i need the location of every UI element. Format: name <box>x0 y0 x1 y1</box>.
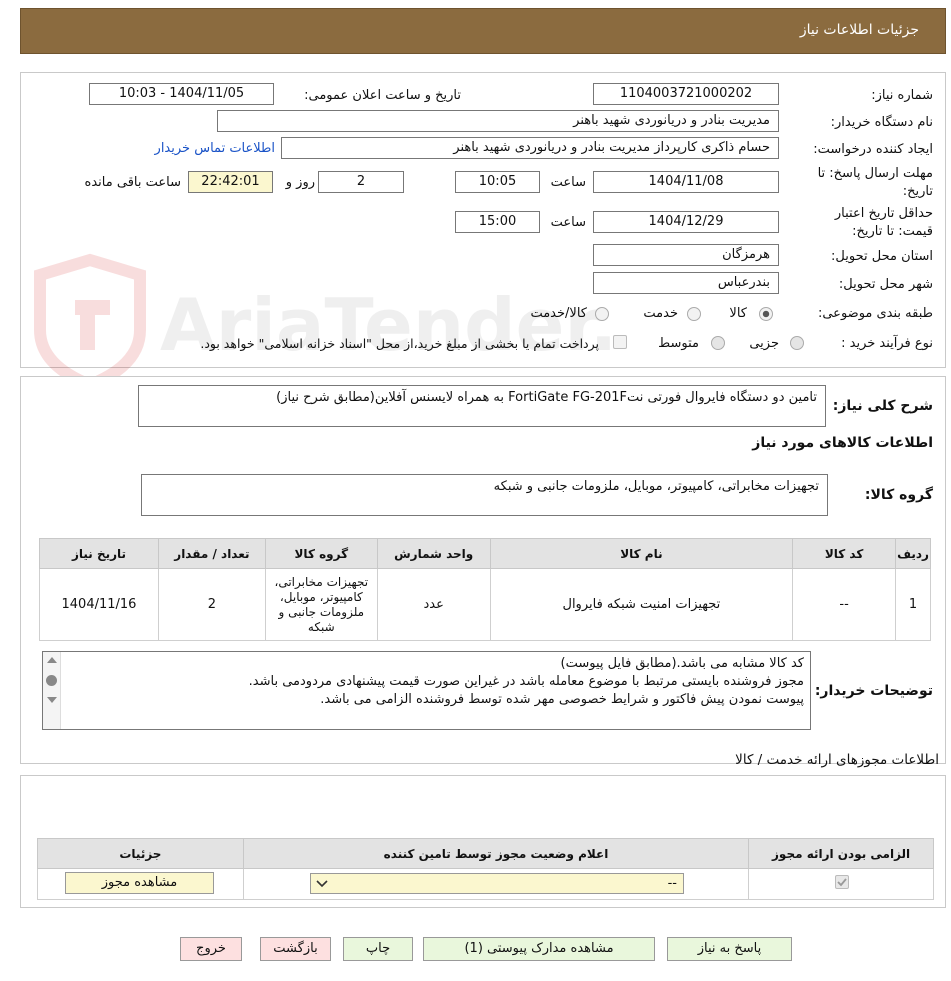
buyer-notes-label: توضیحات خریدار: <box>814 683 933 699</box>
table-row: 1 -- تجهیزات امنیت شبکه فایروال عدد تجهی… <box>39 568 931 641</box>
goods-group-label: گروه کالا: <box>864 487 933 503</box>
buyer-org-label: نام دستگاه خریدار: <box>830 115 933 130</box>
col-unit: واحد شمارش <box>376 538 491 569</box>
category-radio-goods[interactable] <box>759 307 773 321</box>
goods-table: ردیف کد کالا نام کالا واحد شمارش گروه کا… <box>39 538 931 641</box>
col-license-status: اعلام وضعیت مجوز توسط تامین کننده <box>242 838 750 869</box>
col-name: نام کالا <box>489 538 794 569</box>
remaining-label: ساعت باقی مانده <box>84 175 181 190</box>
province-label: استان محل تحویل: <box>831 249 933 264</box>
announce-label: تاریخ و ساعت اعلان عمومی: <box>304 88 461 103</box>
category-radio-goods-service[interactable] <box>595 307 609 321</box>
reply-button[interactable]: پاسخ به نیاز <box>667 937 792 961</box>
process-label: نوع فرآیند خرید : <box>841 336 933 351</box>
col-group: گروه کالا <box>264 538 378 569</box>
need-summary-textarea: تامین دو دستگاه فایروال فورتی نتFortiGat… <box>138 385 826 427</box>
col-date: تاریخ نیاز <box>39 538 159 569</box>
scroll-up-icon[interactable] <box>47 657 57 663</box>
col-license-details: جزئیات <box>37 838 244 869</box>
validity-time-label: ساعت <box>550 215 586 230</box>
need-summary-text: تامین دو دستگاه فایروال فورتی نتFortiGat… <box>276 390 817 405</box>
province-field: هرمزگان <box>593 244 779 266</box>
deadline-date-field: 1404/11/08 <box>593 171 779 193</box>
license-status-value: -- <box>667 876 677 891</box>
checkmark-icon <box>837 878 847 887</box>
creator-label: ایجاد کننده درخواست: <box>813 142 933 157</box>
deadline-time-field: 10:05 <box>455 171 540 193</box>
validity-date-field: 1404/12/29 <box>593 211 779 233</box>
page-header: جزئیات اطلاعات نیاز <box>20 8 946 54</box>
buyer-note-line: پیوست نمودن پیش فاکتور و شرایط خصوصی مهر… <box>320 692 804 707</box>
need-number-label: شماره نیاز: <box>871 88 933 103</box>
chevron-down-icon <box>316 880 328 888</box>
cell-group: تجهیزات مخابراتی، کامپیوتر، موبایل، ملزو… <box>264 568 378 641</box>
col-row: ردیف <box>895 538 931 569</box>
process-radio-medium[interactable] <box>711 336 725 350</box>
deadline-label-line2: تاریخ: <box>902 184 933 199</box>
goods-group-textarea: تجهیزات مخابراتی، کامپیوتر، موبایل، ملزو… <box>141 474 828 516</box>
col-qty: تعداد / مقدار <box>157 538 266 569</box>
view-license-button[interactable]: مشاهده مجوز <box>65 872 214 894</box>
license-status-select[interactable]: -- <box>310 873 684 894</box>
buyer-contact-link[interactable]: اطلاعات تماس خریدار <box>155 141 275 156</box>
category-option-goods-service: کالا/خدمت <box>530 306 587 321</box>
category-radio-service[interactable] <box>687 307 701 321</box>
print-button[interactable]: چاپ <box>343 937 413 961</box>
notes-scrollbar[interactable] <box>43 652 61 729</box>
cell-qty: 2 <box>157 568 266 641</box>
buyer-notes-textarea: کد کالا مشابه می باشد.(مطابق فایل پیوست)… <box>42 651 811 730</box>
exit-button[interactable]: خروج <box>180 937 242 961</box>
process-option-medium: متوسط <box>658 336 699 351</box>
treasury-payment-note: پرداخت تمام یا بخشی از مبلغ خرید،از محل … <box>200 336 599 351</box>
need-number-field: 1104003721000202 <box>593 83 779 105</box>
creator-field: حسام ذاکری کارپرداز مدیریت بنادر و دریان… <box>281 137 779 159</box>
page-title: جزئیات اطلاعات نیاز <box>799 22 919 38</box>
scroll-thumb[interactable] <box>46 675 57 686</box>
summary-label: شرح کلی نیاز: <box>832 398 933 414</box>
category-option-service: خدمت <box>643 306 678 321</box>
buyer-org-field: مدیریت بنادر و دریانوردی شهید باهنر <box>217 110 779 132</box>
days-field: 2 <box>318 171 404 193</box>
city-field: بندرعباس <box>593 272 779 294</box>
deadline-time-label: ساعت <box>550 175 586 190</box>
treasury-payment-checkbox[interactable] <box>613 335 627 349</box>
category-option-goods: کالا <box>729 306 747 321</box>
category-label: طبقه بندی موضوعی: <box>817 306 933 321</box>
announce-field: 1404/11/05 - 10:03 <box>89 83 274 105</box>
deadline-label-line1: مهلت ارسال پاسخ: تا <box>817 166 933 181</box>
process-radio-minor[interactable] <box>790 336 804 350</box>
view-attachments-button[interactable]: مشاهده مدارک پیوستی (1) <box>423 937 655 961</box>
buyer-note-line: مجوز فروشنده بایستی مرتبط با موضوع معامل… <box>248 674 804 689</box>
validity-time-field: 15:00 <box>455 211 540 233</box>
licenses-title: اطلاعات مجوزهای ارائه خدمت / کالا <box>735 752 939 768</box>
license-required-checkbox[interactable] <box>835 875 849 889</box>
cell-name: تجهیزات امنیت شبکه فایروال <box>489 568 794 641</box>
validity-label-line2: قیمت: تا تاریخ: <box>852 224 933 239</box>
process-option-minor: جزیی <box>749 336 779 351</box>
remaining-time-field: 22:42:01 <box>188 171 273 193</box>
cell-code: -- <box>792 568 897 641</box>
validity-label-line1: حداقل تاریخ اعتبار <box>834 206 933 221</box>
col-license-required: الزامی بودن ارائه مجوز <box>748 838 934 869</box>
col-code: کد کالا <box>792 538 897 569</box>
buyer-note-line: کد کالا مشابه می باشد.(مطابق فایل پیوست) <box>560 656 804 671</box>
cell-unit: عدد <box>376 568 491 641</box>
days-label: روز و <box>285 175 315 190</box>
city-label: شهر محل تحویل: <box>838 277 933 292</box>
back-button[interactable]: بازگشت <box>260 937 331 961</box>
cell-row: 1 <box>895 568 931 641</box>
cell-date: 1404/11/16 <box>39 568 159 641</box>
scroll-down-icon[interactable] <box>47 697 57 703</box>
goods-info-title: اطلاعات کالاهای مورد نیاز <box>752 435 933 451</box>
goods-group-text: تجهیزات مخابراتی، کامپیوتر، موبایل، ملزو… <box>493 479 819 494</box>
